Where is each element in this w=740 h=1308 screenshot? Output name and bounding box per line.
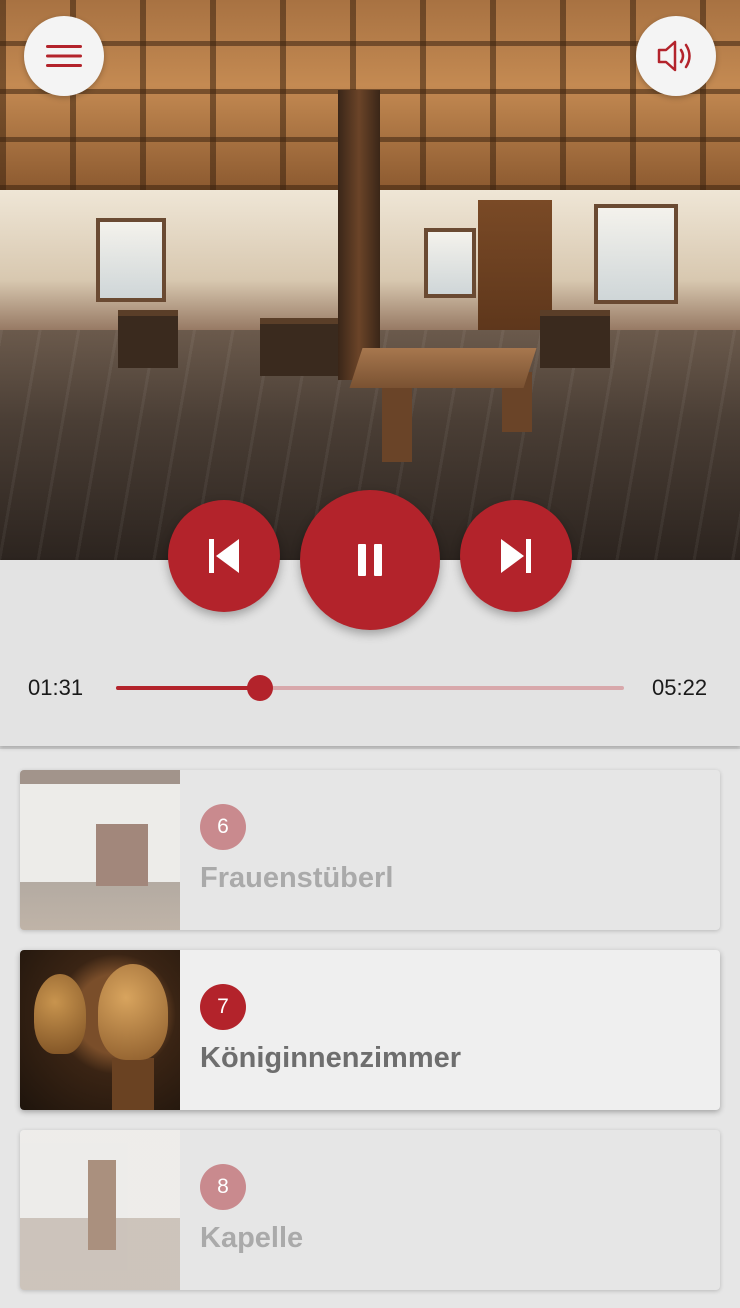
speaker-icon bbox=[657, 40, 691, 72]
window bbox=[96, 218, 166, 302]
previous-track-button[interactable] bbox=[168, 500, 280, 612]
track-number-badge: 6 bbox=[200, 804, 246, 850]
table bbox=[540, 310, 610, 368]
track-item-6[interactable]: 6 Frauenstüberl bbox=[20, 770, 720, 930]
table bbox=[118, 310, 178, 368]
list-divider bbox=[0, 746, 740, 749]
track-thumbnail bbox=[20, 770, 180, 930]
pause-icon bbox=[358, 544, 382, 576]
skip-previous-icon bbox=[209, 539, 239, 573]
progress-slider[interactable] bbox=[116, 675, 624, 701]
bench bbox=[349, 348, 537, 388]
track-item-8[interactable]: 8 Kapelle bbox=[20, 1130, 720, 1290]
bench-leg bbox=[382, 380, 412, 462]
track-thumbnail bbox=[20, 950, 180, 1110]
track-title: Königinnenzimmer bbox=[200, 1042, 462, 1074]
sound-button[interactable] bbox=[636, 16, 716, 96]
pause-button[interactable] bbox=[300, 490, 440, 630]
table bbox=[260, 318, 346, 376]
hamburger-icon bbox=[46, 45, 82, 67]
skip-next-icon bbox=[501, 539, 531, 573]
room-photo bbox=[0, 0, 740, 560]
track-thumbnail bbox=[20, 1130, 180, 1290]
track-item-7[interactable]: 7 Königinnenzimmer bbox=[20, 950, 720, 1110]
track-title: Frauenstüberl bbox=[200, 862, 394, 894]
total-time: 05:22 bbox=[652, 675, 708, 700]
progress-fill bbox=[116, 686, 260, 690]
next-track-button[interactable] bbox=[460, 500, 572, 612]
pillar bbox=[338, 90, 380, 380]
track-title: Kapelle bbox=[200, 1222, 304, 1254]
window bbox=[424, 228, 476, 298]
window bbox=[594, 204, 678, 304]
track-list: 6 Frauenstüberl 7 Königinnenzimmer 8 Kap… bbox=[0, 746, 740, 1308]
track-number-badge: 7 bbox=[200, 984, 246, 1030]
audio-guide-screen: 01:31 05:22 6 Frauenstüberl 7 Königinnen… bbox=[0, 0, 740, 1308]
current-time: 01:31 bbox=[28, 675, 84, 700]
track-number-badge: 8 bbox=[200, 1164, 246, 1210]
progress-handle[interactable] bbox=[246, 675, 273, 701]
menu-button[interactable] bbox=[24, 16, 104, 96]
